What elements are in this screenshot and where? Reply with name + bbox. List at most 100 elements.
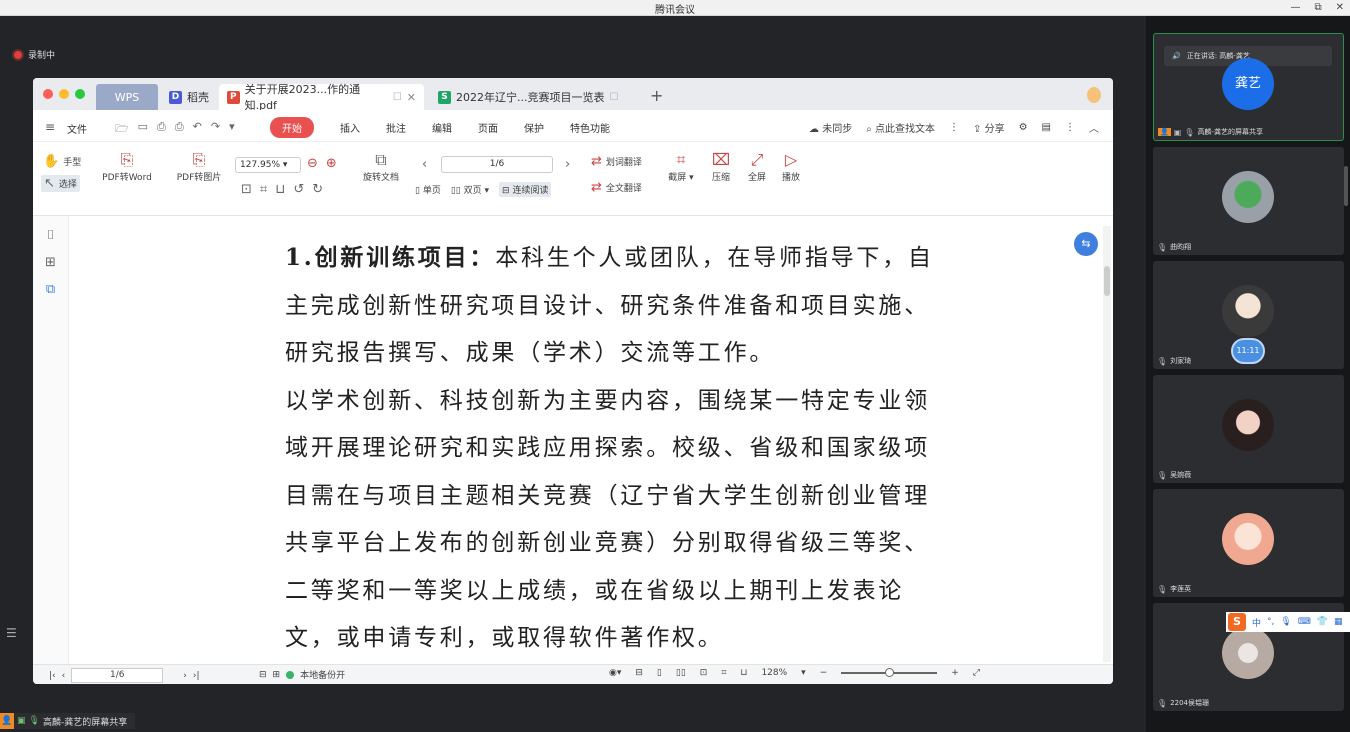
- zoom-out-status-icon[interactable]: −: [820, 668, 828, 678]
- rotate-left-icon[interactable]: ↺: [293, 182, 304, 197]
- open-folder-icon[interactable]: 🗁: [115, 120, 129, 139]
- actual-size-status-icon[interactable]: ⊡: [700, 668, 708, 678]
- fit-width-status-icon[interactable]: ⊔: [740, 668, 747, 678]
- screenshot-button[interactable]: ⌗ 截屏 ▾: [665, 150, 697, 183]
- play-button[interactable]: ▷ 播放: [775, 150, 807, 183]
- new-tab-button[interactable]: +: [650, 86, 663, 105]
- pdf-to-image-button[interactable]: ⎘ PDF转图片: [169, 150, 229, 183]
- menu-annotate[interactable]: 批注: [386, 120, 406, 135]
- zoom-level[interactable]: 128%: [761, 668, 787, 678]
- backup-label[interactable]: 本地备份开: [300, 668, 345, 681]
- double-page-button[interactable]: ▯▯ 双页 ▾: [451, 183, 489, 196]
- status-page-input[interactable]: 1/6: [71, 668, 164, 683]
- panel-scrollbar[interactable]: [1344, 166, 1348, 206]
- select-tool[interactable]: ↖ 选择: [41, 175, 80, 192]
- next-page-status-icon[interactable]: ›: [183, 671, 187, 681]
- tab-pdf-document[interactable]: P 关于开展2023...作的通知.pdf ☐ ✕: [219, 83, 424, 112]
- vertical-scrollbar[interactable]: [1103, 226, 1111, 662]
- rotate-document-button[interactable]: ⧉ 旋转文档: [353, 150, 409, 183]
- close-tab-icon[interactable]: ✕: [407, 91, 416, 104]
- zoom-out-icon[interactable]: ⊖: [307, 156, 318, 171]
- participant-tile[interactable]: 11:11 🎙 刘家琦: [1153, 261, 1344, 369]
- participant-tile[interactable]: 🎙 吴婉薇: [1153, 375, 1344, 483]
- mac-zoom-button[interactable]: [75, 89, 85, 99]
- eye-mode-icon[interactable]: ◉▾: [609, 668, 621, 678]
- settings-icon[interactable]: ⚙: [1019, 122, 1028, 133]
- more-vertical-icon[interactable]: ⋮: [949, 122, 959, 133]
- compress-button[interactable]: ⌧ 压缩: [705, 150, 737, 183]
- sync-status[interactable]: ☁ 未同步: [809, 120, 852, 135]
- redo-icon[interactable]: ↷: [211, 120, 220, 139]
- share-button[interactable]: ⇪ 分享: [973, 120, 1005, 135]
- voice-input-icon[interactable]: 🎙: [1280, 617, 1291, 627]
- participant-tile[interactable]: 🔊 正在讲话: 高麟-龚艺 龚艺 👤 ▣ 🎙 高麟-龚艺的屏幕共享: [1153, 33, 1344, 141]
- zoom-slider[interactable]: [841, 668, 938, 677]
- single-page-button[interactable]: ▯ 单页: [415, 183, 441, 196]
- tab-xls-document[interactable]: S 2022年辽宁...竞赛项目一览表 ☐: [430, 84, 630, 110]
- collapse-ribbon-icon[interactable]: ︿: [1089, 120, 1099, 135]
- participant-tile[interactable]: 🎙 曲昀翔: [1153, 147, 1344, 255]
- zoom-in-status-icon[interactable]: +: [951, 668, 959, 678]
- zoom-in-icon[interactable]: ⊕: [326, 156, 337, 171]
- menu-special[interactable]: 特色功能: [570, 120, 610, 135]
- menu-file[interactable]: 文件: [67, 121, 87, 136]
- minimize-button[interactable]: —: [1290, 0, 1300, 15]
- screen-share-bar[interactable]: 👤 ▣ 🎙 高麟-龚艺的屏幕共享: [0, 713, 136, 729]
- mac-close-button[interactable]: [43, 89, 53, 99]
- close-button[interactable]: ✕: [1336, 0, 1344, 15]
- fullscreen-button[interactable]: ⤢ 全屏: [741, 150, 773, 183]
- punctuation-icon[interactable]: °,: [1267, 617, 1274, 627]
- list-icon[interactable]: ☰: [6, 626, 17, 640]
- more-dropdown-icon[interactable]: ▾: [229, 120, 235, 139]
- prev-page-status-icon[interactable]: ‹: [62, 671, 66, 681]
- tab-daoke[interactable]: D 稻壳: [161, 84, 219, 110]
- mac-minimize-button[interactable]: [59, 89, 69, 99]
- outline-expand-icon[interactable]: ⊞: [273, 670, 281, 680]
- recording-indicator[interactable]: 录制中: [14, 48, 55, 61]
- floating-convert-icon[interactable]: ⇆: [1074, 232, 1098, 256]
- menu-insert[interactable]: 插入: [340, 120, 360, 135]
- menu-page[interactable]: 页面: [478, 120, 498, 135]
- prev-page-icon[interactable]: ‹: [422, 157, 427, 172]
- menu-protect[interactable]: 保护: [524, 120, 544, 135]
- single-view-icon[interactable]: ▯: [657, 668, 662, 678]
- scroll-thumb[interactable]: [1104, 266, 1110, 296]
- last-page-icon[interactable]: ›|: [193, 671, 200, 681]
- print-preview-icon[interactable]: ⎙: [175, 120, 184, 139]
- comment-icon[interactable]: ▤: [1042, 122, 1051, 133]
- thumbnail-icon[interactable]: ⊞: [33, 255, 68, 270]
- double-view-icon[interactable]: ▯▯: [676, 668, 686, 678]
- zoom-select[interactable]: 127.95% ▾: [235, 157, 301, 173]
- restore-button[interactable]: ⧉: [1314, 0, 1321, 15]
- more-options-icon[interactable]: ⋮: [1065, 122, 1075, 133]
- word-translate-button[interactable]: ⇄ 划词翻译: [591, 154, 642, 169]
- first-page-icon[interactable]: |‹: [49, 671, 56, 681]
- find-text-button[interactable]: ⌕ 点此查找文本: [866, 120, 935, 135]
- menu-start[interactable]: 开始: [270, 117, 314, 138]
- full-translate-button[interactable]: ⇄ 全文翻译: [591, 180, 642, 195]
- fit-width-icon[interactable]: ⊔: [275, 182, 285, 197]
- save-icon[interactable]: ▭: [138, 120, 148, 139]
- ime-mode[interactable]: 中: [1252, 616, 1261, 629]
- menu-edit[interactable]: 编辑: [432, 120, 452, 135]
- zoom-dropdown-icon[interactable]: ▾: [801, 668, 806, 678]
- fullscreen-status-icon[interactable]: ⤢: [973, 668, 980, 678]
- keyboard-icon[interactable]: ⌨: [1298, 617, 1311, 627]
- fit-page-icon[interactable]: ⌗: [260, 182, 267, 197]
- fit-page-status-icon[interactable]: ⌗: [721, 668, 726, 678]
- outline-collapse-icon[interactable]: ⊟: [259, 670, 267, 680]
- menu-icon[interactable]: ≡: [45, 120, 55, 134]
- hand-tool[interactable]: ✋ 手型: [43, 154, 81, 169]
- pdf-to-word-button[interactable]: ⎘ PDF转Word: [97, 150, 157, 183]
- skin-icon[interactable]: 👕: [1317, 617, 1328, 627]
- page-number-input[interactable]: 1/6: [441, 156, 553, 173]
- user-avatar[interactable]: [1087, 87, 1101, 103]
- actual-size-icon[interactable]: ⊡: [241, 182, 252, 197]
- ime-toolbar[interactable]: S 中 °, 🎙 ⌨ 👕 ▦: [1226, 612, 1350, 632]
- print-icon[interactable]: ⎙: [157, 120, 166, 139]
- zoom-slider-thumb[interactable]: [885, 668, 895, 677]
- continuous-reading-button[interactable]: ⊟ 连续阅读: [499, 182, 552, 197]
- annotation-icon[interactable]: ⧉: [33, 282, 68, 297]
- participant-tile[interactable]: 🎙 李莲英: [1153, 489, 1344, 597]
- undo-icon[interactable]: ↶: [193, 120, 202, 139]
